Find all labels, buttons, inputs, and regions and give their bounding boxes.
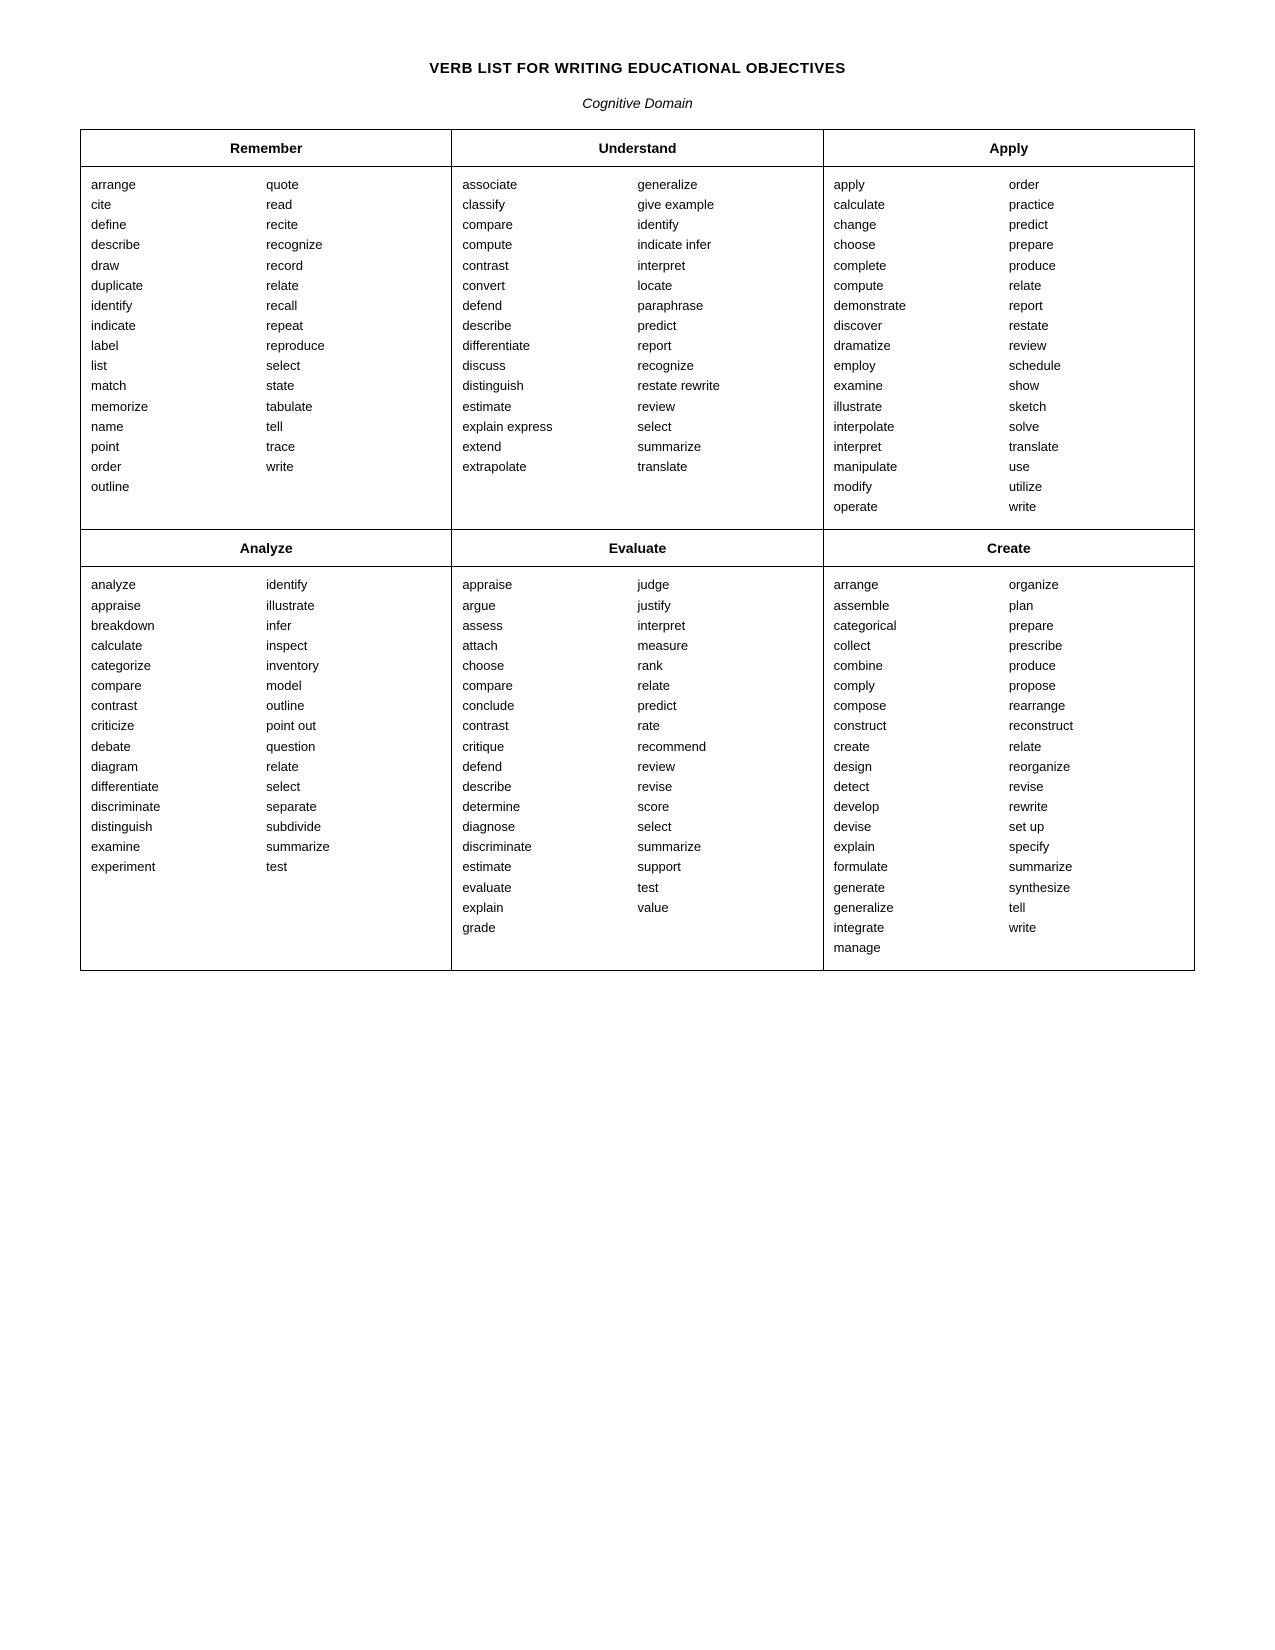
subtitle: Cognitive Domain: [80, 95, 1195, 111]
understand-header: Understand: [452, 130, 822, 167]
create-col1: arrange assemble categorical collect com…: [834, 575, 1009, 958]
evaluate-col2: judge justify interpret measure rank rel…: [638, 575, 813, 938]
evaluate-header: Evaluate: [452, 530, 822, 567]
remember-col2: quote read recite recognize record relat…: [266, 175, 441, 497]
analyze-header: Analyze: [81, 530, 451, 567]
understand-col2: generalize give example identify indicat…: [638, 175, 813, 477]
main-table: Remember arrange cite define describe dr…: [80, 129, 1195, 971]
analyze-section: Analyze analyze appraise breakdown calcu…: [81, 530, 452, 971]
create-col2: organize plan prepare prescribe produce …: [1009, 575, 1184, 958]
remember-section: Remember arrange cite define describe dr…: [81, 130, 452, 530]
analyze-col2: identify illustrate infer inspect invent…: [266, 575, 441, 877]
understand-section: Understand associate classify compare co…: [452, 130, 823, 530]
remember-header: Remember: [81, 130, 451, 167]
main-title: VERB LIST FOR WRITING EDUCATIONAL OBJECT…: [80, 60, 1195, 77]
analyze-col1: analyze appraise breakdown calculate cat…: [91, 575, 266, 877]
create-section: Create arrange assemble categorical coll…: [823, 530, 1194, 971]
evaluate-col1: appraise argue assess attach choose comp…: [462, 575, 637, 938]
apply-section: Apply apply calculate change choose comp…: [823, 130, 1194, 530]
apply-col2: order practice predict prepare produce r…: [1009, 175, 1184, 517]
understand-col1: associate classify compare compute contr…: [462, 175, 637, 477]
evaluate-section: Evaluate appraise argue assess attach ch…: [452, 530, 823, 971]
apply-header: Apply: [824, 130, 1194, 167]
create-header: Create: [824, 530, 1194, 567]
remember-col1: arrange cite define describe draw duplic…: [91, 175, 266, 497]
apply-col1: apply calculate change choose complete c…: [834, 175, 1009, 517]
